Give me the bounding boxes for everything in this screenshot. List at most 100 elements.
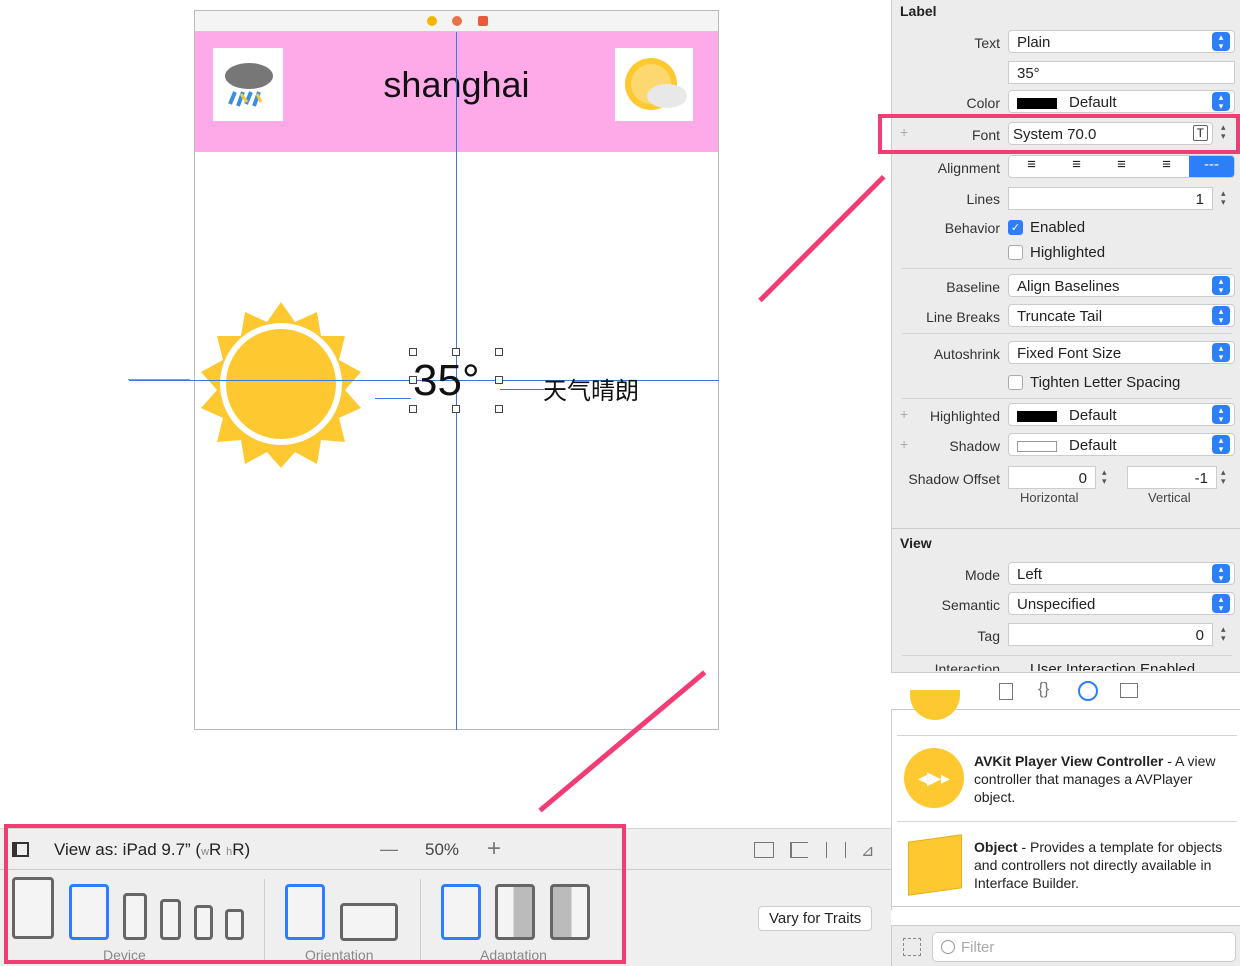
vary-for-traits-button[interactable]: Vary for Traits (758, 906, 873, 931)
view-controller-icon[interactable] (427, 16, 437, 26)
horizontal-label: Horizontal (1020, 490, 1079, 505)
pin-icon[interactable] (826, 842, 846, 858)
divider (902, 398, 1232, 399)
divider (897, 735, 1237, 736)
align-natural-icon[interactable]: --- (1189, 156, 1234, 177)
align-justify-icon[interactable]: ≡ (1144, 156, 1189, 177)
line-breaks-value: Truncate Tail (1017, 308, 1103, 325)
mode-select[interactable]: Left ▴ ▾ (1008, 562, 1235, 585)
divider (897, 821, 1237, 822)
line-breaks-select[interactable]: Truncate Tail ▴ ▾ (1008, 304, 1235, 327)
tag-stepper[interactable]: ▴ ▾ (1221, 625, 1226, 643)
add-variation-icon[interactable]: + (900, 406, 908, 422)
alignment-segmented[interactable]: ≡ ≡ ≡ ≡ --- (1008, 155, 1235, 178)
media-library-icon[interactable] (1120, 683, 1138, 698)
filter-placeholder: Filter (961, 939, 995, 956)
tighten-checkbox[interactable] (1008, 375, 1023, 390)
enabled-checkbox[interactable]: ✓ (1008, 220, 1023, 235)
weather-description-label[interactable]: 天气晴朗 (543, 371, 639, 406)
vertical-stepper[interactable]: ▴ ▾ (1221, 468, 1226, 486)
semantic-select[interactable]: Unspecified ▴ ▾ (1008, 592, 1235, 615)
lines-field[interactable]: 1 (1008, 187, 1213, 210)
font-value: System 70.0 (1013, 126, 1097, 143)
autoshrink-label: Autoshrink (933, 346, 1000, 362)
exit-icon[interactable] (478, 16, 488, 26)
add-variation-icon[interactable]: + (900, 124, 908, 140)
chevron-updown-icon: ▴ ▾ (1212, 405, 1230, 424)
baseline-select[interactable]: Align Baselines ▴ ▾ (1008, 274, 1235, 297)
color-select[interactable]: Default ▴ ▾ (1008, 90, 1235, 113)
sun-image[interactable] (197, 300, 365, 471)
font-picker-icon[interactable]: T (1192, 125, 1208, 141)
shadow-offset-label: Shadow Offset (908, 471, 1000, 487)
lines-stepper[interactable]: ▴ ▾ (1221, 189, 1226, 207)
storyboard-canvas[interactable]: shanghai 35° 天气晴朗 (0, 0, 891, 828)
highlighted-checkbox[interactable] (1008, 245, 1023, 260)
highlighted-color-select[interactable]: Default ▴ ▾ (1008, 403, 1235, 426)
temperature-label[interactable]: 35° (413, 356, 480, 406)
first-responder-icon[interactable] (452, 16, 462, 26)
font-field[interactable]: System 70.0 T (1008, 122, 1213, 145)
divider (892, 528, 1240, 529)
align-left-icon[interactable]: ≡ (1009, 156, 1054, 177)
resize-handle[interactable] (409, 376, 417, 384)
add-variation-icon[interactable]: + (900, 436, 908, 452)
text-type-select[interactable]: Plain ▴ ▾ (1008, 30, 1235, 53)
resize-handle[interactable] (495, 405, 503, 413)
horizontal-stepper[interactable]: ▴ ▾ (1102, 468, 1107, 486)
chevron-updown-icon: ▴ ▾ (1212, 594, 1230, 613)
resolve-issues-icon[interactable]: ⊿ (861, 841, 874, 861)
enabled-label: Enabled (1030, 219, 1086, 236)
grid-view-icon[interactable] (903, 938, 921, 956)
chevron-updown-icon: ▴ ▾ (1212, 306, 1230, 325)
shadow-color-value: Default (1069, 437, 1117, 454)
user-interaction-label: User Interaction Enabled (1030, 661, 1196, 671)
highlighted-color-value: Default (1069, 407, 1117, 424)
library-item-avkit[interactable]: AVKit Player View Controller - A view co… (974, 752, 1234, 806)
resize-handle[interactable] (452, 348, 460, 356)
code-snippet-icon[interactable]: {} (1038, 679, 1049, 699)
align-right-icon[interactable]: ≡ (1099, 156, 1144, 177)
resize-handle[interactable] (452, 405, 460, 413)
resize-handle[interactable] (409, 348, 417, 356)
resize-handle[interactable] (409, 405, 417, 413)
resize-handle[interactable] (495, 348, 503, 356)
constraint-line (375, 398, 411, 399)
color-value: Default (1069, 94, 1117, 111)
font-size-stepper[interactable]: ▴ ▾ (1221, 123, 1226, 141)
behavior-label: Behavior (944, 220, 1000, 236)
shadow-offset-vertical-field[interactable]: -1 (1127, 466, 1217, 489)
filter-icon (941, 940, 955, 954)
shadow-offset-horizontal-field[interactable]: 0 (1008, 466, 1096, 489)
alignment-label: Alignment (937, 160, 1000, 176)
align-icon[interactable] (790, 842, 808, 858)
chevron-updown-icon: ▴ ▾ (1212, 343, 1230, 362)
avkit-player-icon: ◂▶▸ (904, 748, 964, 808)
embed-in-stack-icon[interactable] (754, 842, 774, 858)
chevron-updown-icon: ▴ ▾ (1212, 564, 1230, 583)
text-value-field[interactable]: 35° (1008, 61, 1235, 84)
tag-label: Tag (977, 628, 1000, 644)
object-library-icon[interactable] (1078, 681, 1098, 701)
divider (902, 268, 1232, 269)
font-label: Font (971, 127, 1000, 143)
ipad-scene[interactable]: shanghai 35° 天气晴朗 (129, 10, 719, 730)
divider (892, 906, 1240, 907)
semantic-label: Semantic (941, 597, 1000, 613)
tag-field[interactable]: 0 (1008, 623, 1213, 646)
resize-handle[interactable] (495, 376, 503, 384)
partly-cloudy-icon[interactable] (615, 48, 693, 121)
library-item-object[interactable]: Object - Provides a template for objects… (974, 838, 1234, 892)
mode-value: Left (1017, 566, 1043, 583)
no-color-swatch (1017, 440, 1057, 452)
chevron-updown-icon: ▴ ▾ (1212, 32, 1230, 51)
autoshrink-select[interactable]: Fixed Font Size ▴ ▾ (1008, 341, 1235, 364)
filter-field[interactable]: Filter (932, 932, 1236, 962)
shadow-color-select[interactable]: Default ▴ ▾ (1008, 433, 1235, 456)
align-center-icon[interactable]: ≡ (1054, 156, 1099, 177)
divider (902, 655, 1232, 656)
color-swatch (1017, 410, 1057, 422)
file-template-icon[interactable] (999, 683, 1013, 700)
semantic-value: Unspecified (1017, 596, 1096, 613)
chevron-updown-icon: ▴ ▾ (1212, 435, 1230, 454)
